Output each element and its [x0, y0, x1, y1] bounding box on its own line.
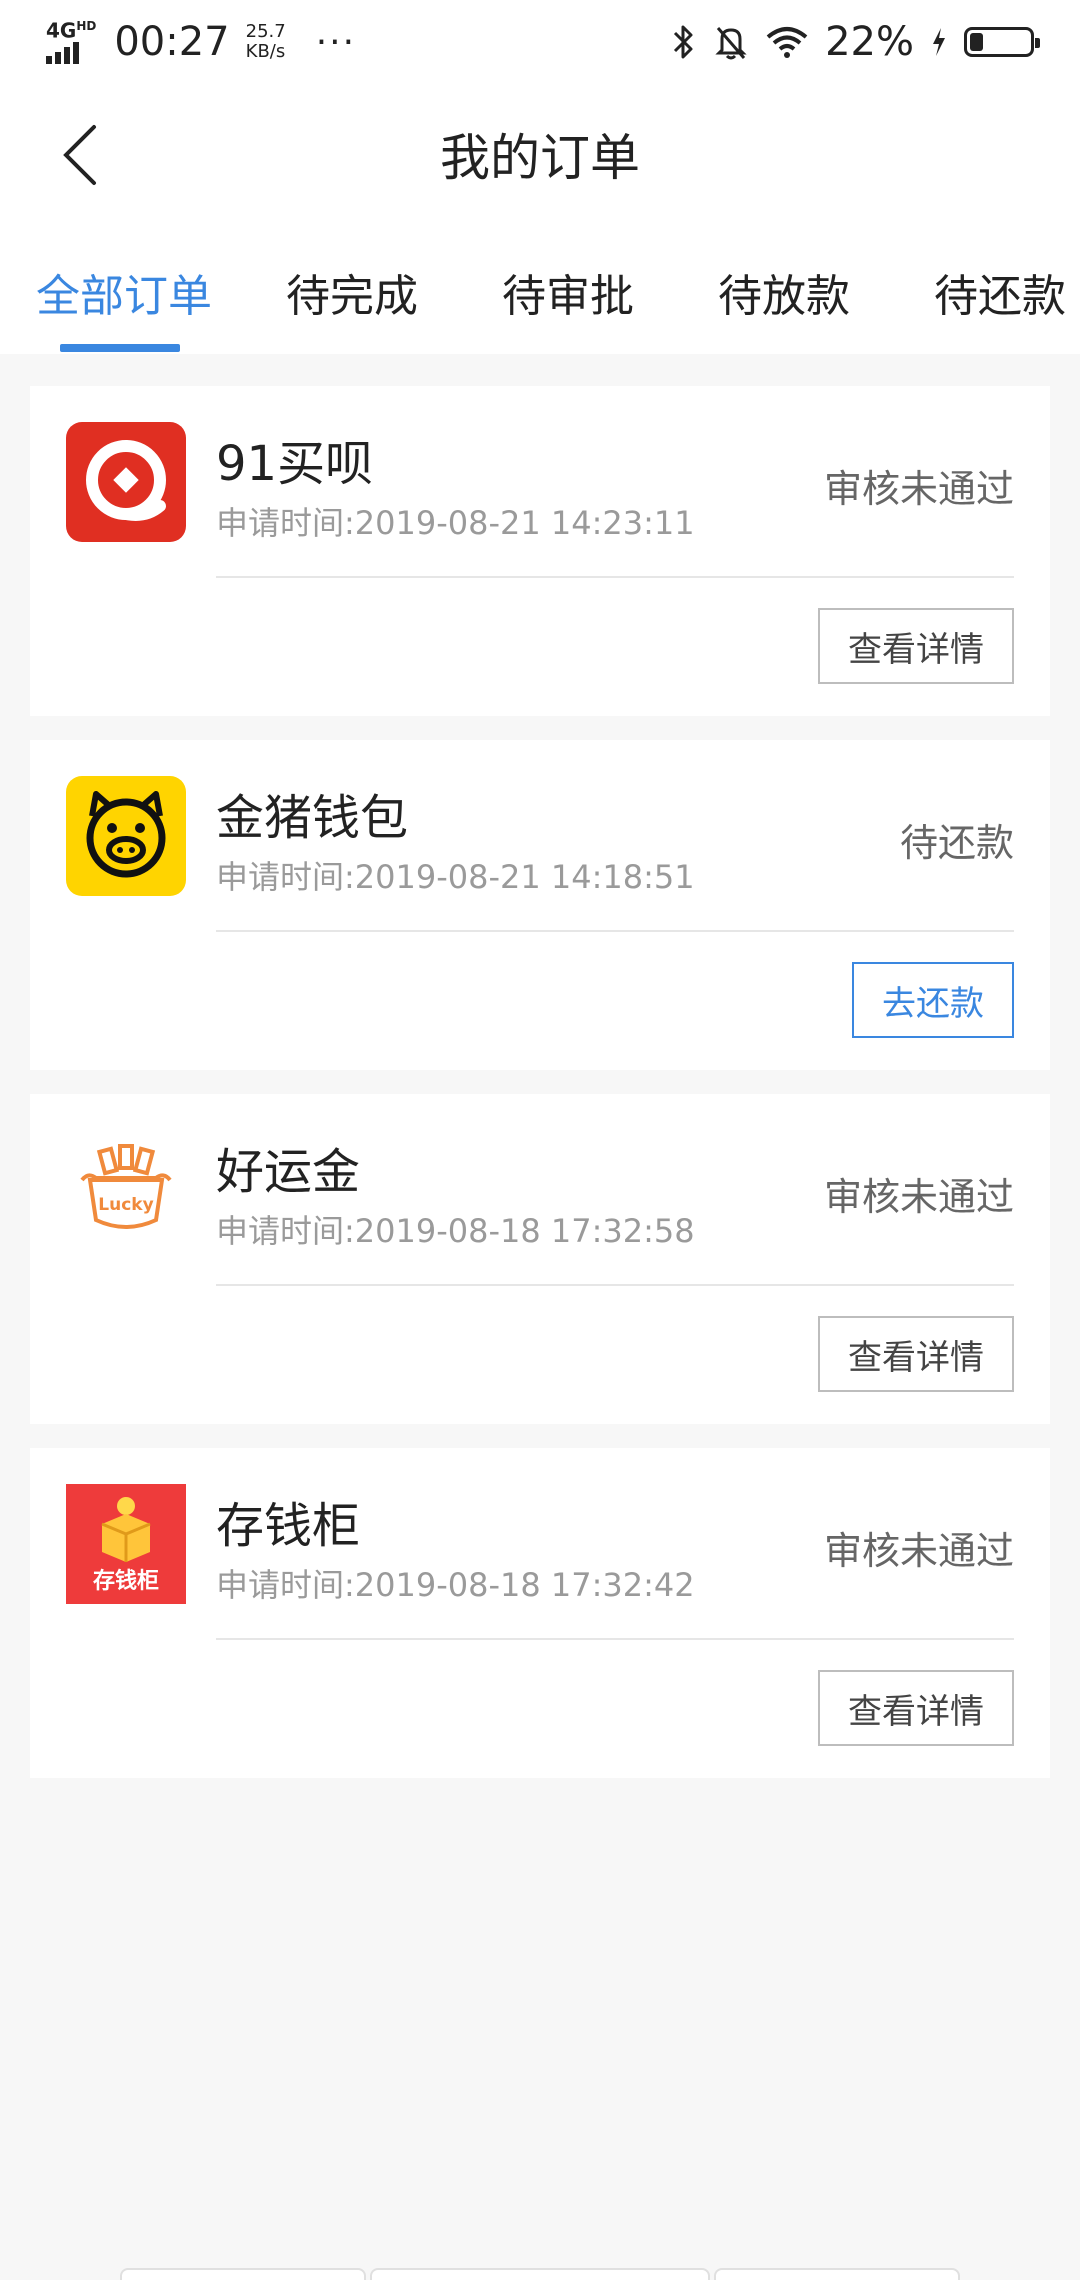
- status-bar: 4GHD 00:27 25.7 KB/s ··· 22%: [0, 0, 1080, 84]
- charging-icon: [933, 28, 945, 56]
- bottom-partial-element: [120, 2268, 366, 2280]
- app-logo-91maibei: [66, 422, 186, 542]
- view-details-button[interactable]: 查看详情: [818, 1316, 1014, 1392]
- mute-bell-icon: [715, 27, 747, 60]
- order-apply-time: 申请时间:2019-08-21 14:23:11: [216, 504, 695, 542]
- order-apply-time: 申请时间:2019-08-21 14:18:51: [216, 858, 695, 896]
- app-logo-lucky-gold: Lucky: [66, 1130, 186, 1250]
- order-tabs: 全部订单 待完成 待审批 待放款 待还款: [0, 224, 1080, 354]
- tab-pending-complete[interactable]: 待完成: [286, 260, 418, 324]
- order-app-name: 金猪钱包: [216, 790, 409, 846]
- bluetooth-icon: [674, 25, 693, 59]
- wifi-icon: [766, 27, 808, 58]
- more-notifications-icon: ···: [315, 21, 357, 63]
- order-app-name: 好运金: [216, 1144, 361, 1200]
- view-details-button[interactable]: 查看详情: [818, 1670, 1014, 1746]
- divider: [216, 576, 1014, 578]
- order-apply-time: 申请时间:2019-08-18 17:32:42: [216, 1566, 695, 1604]
- order-card: 91买呗 申请时间:2019-08-21 14:23:11 审核未通过 查看详情: [30, 386, 1050, 716]
- page-header: 我的订单: [0, 84, 1080, 224]
- order-card: 存钱柜 存钱柜 申请时间:2019-08-18 17:32:42 审核未通过 查…: [30, 1448, 1050, 1778]
- view-details-button[interactable]: 查看详情: [818, 608, 1014, 684]
- order-app-name: 存钱柜: [216, 1498, 361, 1554]
- back-button[interactable]: [50, 120, 110, 190]
- order-app-name: 91买呗: [216, 436, 374, 492]
- chevron-left-icon: [63, 125, 96, 185]
- order-status: 待还款: [899, 821, 1014, 865]
- order-card: 金猪钱包 申请时间:2019-08-21 14:18:51 待还款 去还款: [30, 740, 1050, 1070]
- order-apply-time: 申请时间:2019-08-18 17:32:58: [216, 1212, 695, 1250]
- tab-pending-repayment[interactable]: 待还款: [934, 260, 1066, 324]
- clock: 00:27: [114, 19, 230, 65]
- app-logo-pig-wallet: [66, 776, 186, 896]
- bottom-partial-element: [714, 2268, 960, 2280]
- order-status: 审核未通过: [823, 467, 1014, 511]
- app-logo-savings-cabinet: 存钱柜: [66, 1484, 186, 1604]
- divider: [216, 1638, 1014, 1640]
- tab-pending-approval[interactable]: 待审批: [502, 260, 634, 324]
- active-tab-indicator: [60, 344, 180, 352]
- battery-percent: 22%: [825, 19, 914, 65]
- tab-all-orders[interactable]: 全部订单: [36, 260, 212, 324]
- network-speed: 25.7 KB/s: [245, 21, 286, 62]
- divider: [216, 930, 1014, 932]
- bottom-partial-element: [370, 2268, 710, 2280]
- order-card: Lucky 好运金 申请时间:2019-08-18 17:32:58 审核未通过…: [30, 1094, 1050, 1424]
- order-status: 审核未通过: [823, 1175, 1014, 1219]
- lucky-logo-text: Lucky: [98, 1195, 153, 1215]
- cabinet-logo-text: 存钱柜: [93, 1568, 159, 1594]
- repay-button[interactable]: 去还款: [852, 962, 1014, 1038]
- divider: [216, 1284, 1014, 1286]
- order-status: 审核未通过: [823, 1529, 1014, 1573]
- tab-pending-disbursement[interactable]: 待放款: [718, 260, 850, 324]
- network-indicator: 4GHD: [46, 20, 96, 65]
- page-title: 我的订单: [440, 129, 640, 187]
- battery-level: [970, 33, 983, 51]
- battery-icon: [964, 27, 1040, 57]
- signal-icon: [46, 42, 79, 65]
